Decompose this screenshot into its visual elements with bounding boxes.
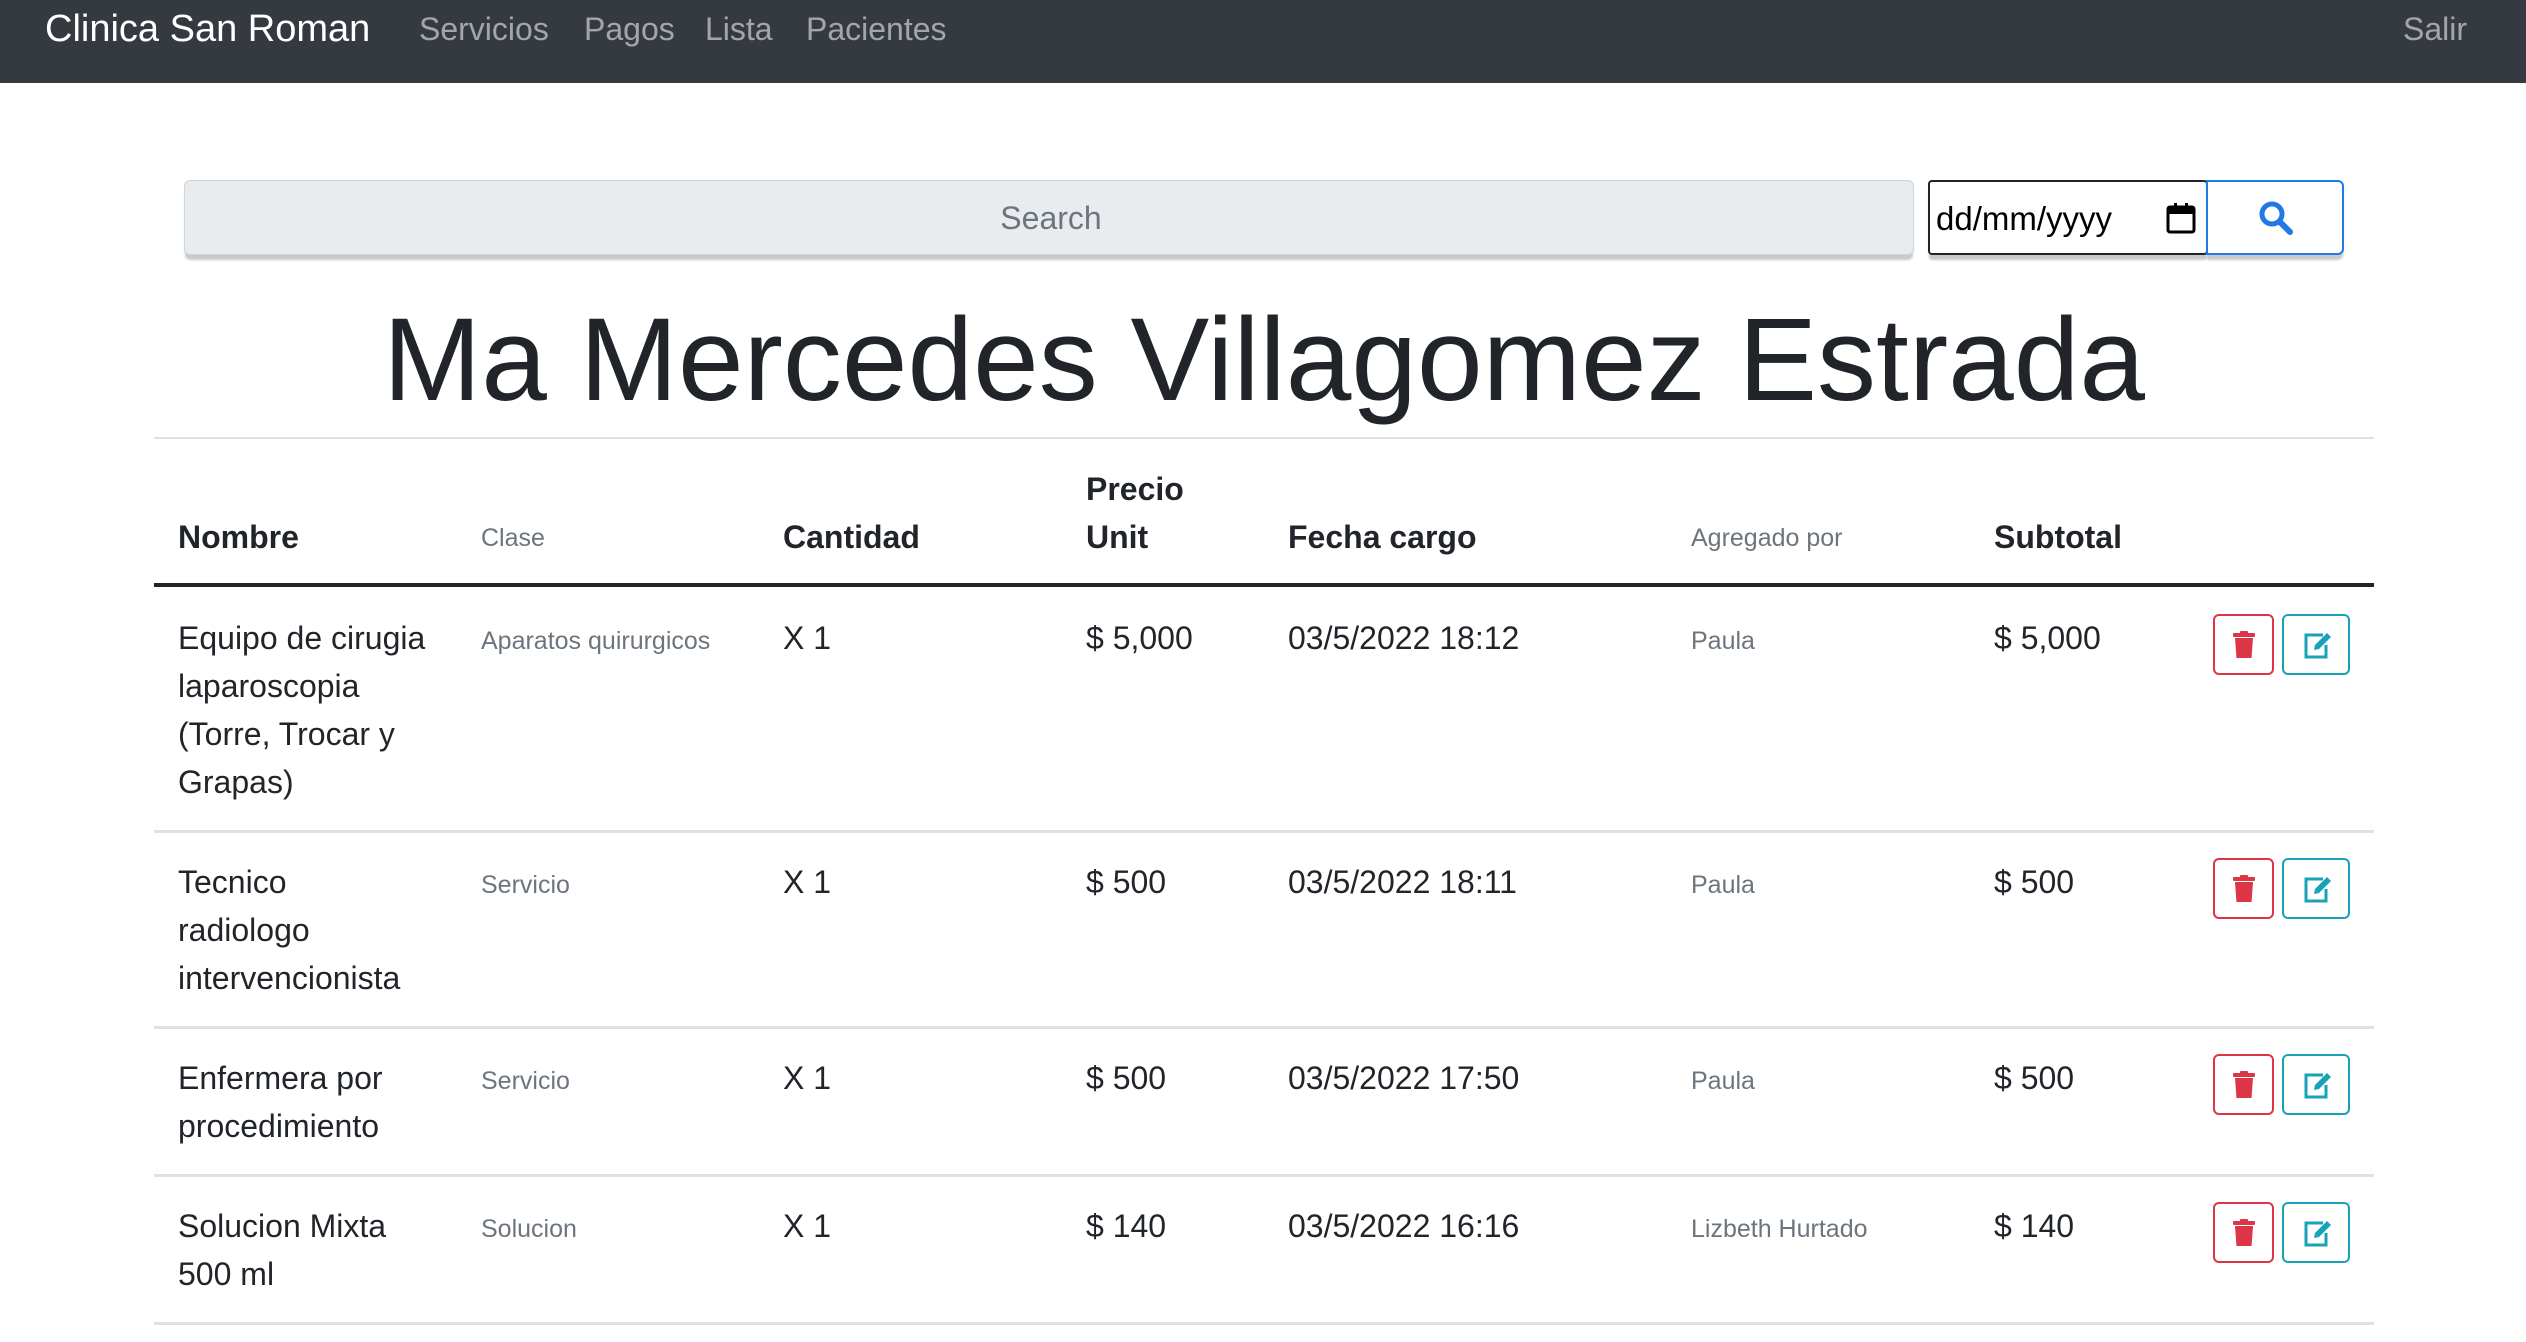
nav-link-lista[interactable]: Lista [705,8,773,50]
cell-nombre-line: Solucion Mixta [178,1208,387,1244]
header-clase: Clase [481,524,545,552]
nav-link-pacientes[interactable]: Pacientes [806,8,947,50]
cell-nombre-line: radiologo [178,912,310,948]
cell-cantidad: X 1 [783,864,832,900]
cell-agregado: Paula [1691,1067,1755,1095]
edit-icon [2304,877,2331,903]
trash-icon [2233,1219,2255,1246]
trash-icon [2233,875,2255,902]
patient-name-heading: Ma Mercedes Villagomez Estrada [382,294,2146,426]
header-unit: Unit [1086,519,1149,555]
cell-precio: $ 140 [1086,1208,1167,1244]
edit-button[interactable] [2282,1054,2350,1115]
search-icon [2259,201,2293,235]
cell-nombre-line: 500 ml [178,1256,275,1292]
nav-link-pagos[interactable]: Pagos [584,8,675,50]
trash-icon [2233,1071,2255,1098]
header-fecha-cargo: Fecha cargo [1288,519,1477,555]
nav-link-servicios[interactable]: Servicios [419,8,549,50]
cell-cantidad: X 1 [783,1208,832,1244]
cell-precio: $ 500 [1086,864,1167,900]
delete-button[interactable] [2213,614,2274,675]
nav-link-salir[interactable]: Salir [2403,8,2467,50]
cell-cantidad: X 1 [783,620,832,656]
cell-clase: Servicio [481,1067,570,1095]
cell-subtotal: $ 500 [1994,1060,2075,1096]
cell-agregado: Paula [1691,627,1755,655]
edit-button[interactable] [2282,858,2350,919]
header-nombre: Nombre [178,519,299,555]
cell-nombre-line: Enfermera por [178,1060,383,1096]
cell-nombre: Equipo de cirugia laparoscopia (Torre, T… [178,614,425,806]
section-divider [154,437,2374,439]
trash-icon [2233,631,2255,658]
edit-button[interactable] [2282,614,2350,675]
cell-fecha: 03/5/2022 18:12 [1288,620,1520,656]
cell-subtotal: $ 140 [1994,1208,2075,1244]
cell-nombre-line: Tecnico [178,864,287,900]
cell-agregado: Paula [1691,871,1755,899]
search-field-wrapper [184,180,1917,256]
calendar-icon[interactable] [2166,202,2196,234]
cell-precio: $ 500 [1086,1060,1167,1096]
row-divider [154,1174,2374,1177]
row-divider [154,830,2374,833]
edit-button[interactable] [2282,1202,2350,1263]
cell-subtotal: $ 500 [1994,864,2075,900]
cell-fecha: 03/5/2022 16:16 [1288,1208,1520,1244]
header-subtotal: Subtotal [1994,519,2122,555]
search-button[interactable] [2206,180,2344,255]
cell-cantidad: X 1 [783,1060,832,1096]
cell-nombre: Solucion Mixta 500 ml [178,1202,386,1298]
cell-precio: $ 5,000 [1086,620,1193,656]
cell-nombre: Tecnico radiologo intervencionista [178,858,400,1002]
cell-nombre-line: procedimiento [178,1108,379,1144]
delete-button[interactable] [2213,1202,2274,1263]
cell-clase: Aparatos quirurgicos [481,627,711,655]
row-divider [154,1322,2374,1325]
cell-agregado: Lizbeth Hurtado [1691,1215,1868,1243]
cell-nombre: Enfermera por procedimiento [178,1054,383,1150]
edit-icon [2304,1221,2331,1247]
header-cantidad: Cantidad [783,519,920,555]
delete-button[interactable] [2213,1054,2274,1115]
edit-icon [2304,1073,2331,1099]
date-input[interactable]: dd/mm/yyyy [1928,180,2208,255]
cell-nombre-line: (Torre, Trocar y [178,716,395,752]
top-navbar: Clinica San Roman Servicios Pagos Lista … [0,0,2526,83]
brand-title[interactable]: Clinica San Roman [45,5,370,53]
cell-clase: Servicio [481,871,570,899]
header-agregado-por: Agregado por [1691,524,1843,552]
cell-nombre-line: Equipo de cirugia [178,620,426,656]
table-header-rule [154,583,2374,587]
search-input[interactable] [185,181,1917,256]
cell-nombre-line: Grapas) [178,764,294,800]
edit-icon [2304,633,2331,659]
cell-nombre-line: intervencionista [178,960,401,996]
cell-clase: Solucion [481,1215,577,1243]
date-input-placeholder: dd/mm/yyyy [1936,200,2113,237]
header-precio: Precio [1086,471,1184,507]
row-divider [154,1026,2374,1029]
cell-fecha: 03/5/2022 18:11 [1288,864,1517,900]
cell-nombre-line: laparoscopia [178,668,360,704]
delete-button[interactable] [2213,858,2274,919]
cell-fecha: 03/5/2022 17:50 [1288,1060,1520,1096]
cell-subtotal: $ 5,000 [1994,620,2101,656]
